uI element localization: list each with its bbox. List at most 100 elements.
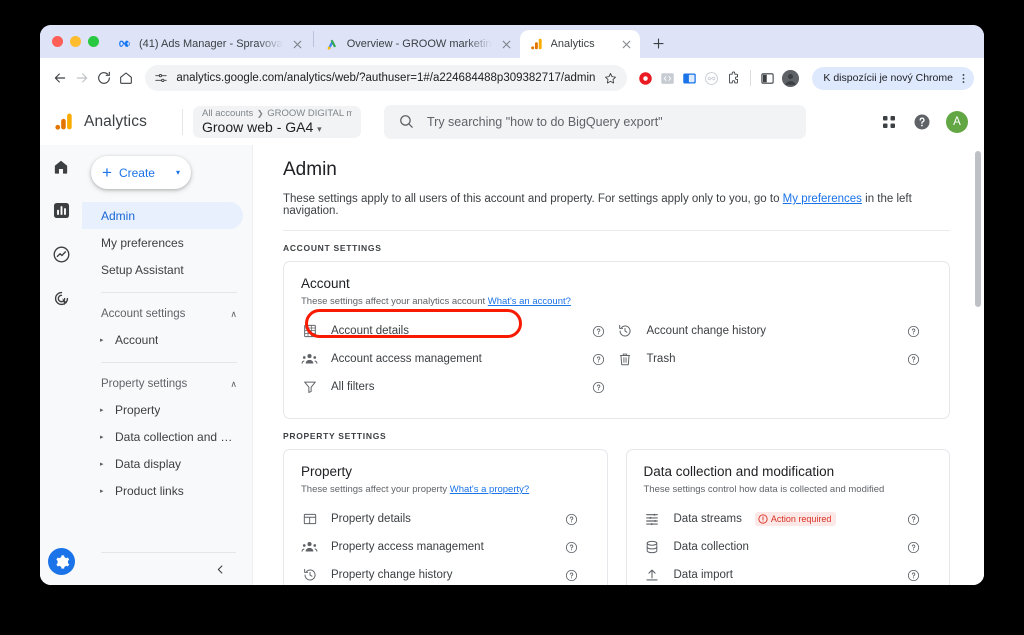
search-input[interactable]: Try searching "how to do BigQuery export… — [384, 104, 806, 139]
sidebar-nav: + Create ▾ Admin My preferences Setup As… — [82, 145, 253, 585]
row-account-change-history[interactable]: Account change history — [617, 317, 933, 345]
puzzle-icon[interactable] — [726, 71, 741, 86]
help-circle-icon[interactable] — [565, 541, 578, 554]
help-circle-icon[interactable] — [592, 381, 605, 394]
record-icon[interactable] — [638, 71, 653, 86]
chevron-down-icon: ▾ — [175, 168, 180, 177]
my-preferences-link[interactable]: My preferences — [783, 193, 862, 205]
whats-a-property-link[interactable]: What's a property? — [450, 484, 529, 495]
row-label: Account details — [331, 325, 409, 337]
browser-toolbar: analytics.google.com/analytics/web/?auth… — [40, 58, 984, 98]
upload-icon — [644, 567, 661, 584]
app-header: Analytics All accounts ❯ GROOW DIGITAL m… — [40, 98, 984, 145]
content-scrollbar[interactable] — [975, 151, 981, 307]
chevron-up-icon: ∧ — [230, 378, 237, 389]
admin-content: Admin These settings apply to all users … — [253, 145, 984, 585]
app-body: + Create ▾ Admin My preferences Setup As… — [40, 145, 984, 585]
help-circle-icon[interactable] — [592, 353, 605, 366]
sidebar-item-property[interactable]: ▸ Property — [82, 396, 252, 423]
google-analytics-icon — [530, 37, 544, 51]
sidebar-item-label: Setup Assistant — [101, 262, 184, 277]
sidebar-item-data-display[interactable]: ▸ Data display — [82, 450, 252, 477]
help-circle-icon[interactable] — [907, 513, 920, 526]
rail-item-reports[interactable] — [51, 200, 72, 221]
help-circle-icon[interactable] — [907, 325, 920, 338]
reload-icon[interactable] — [94, 65, 114, 91]
history-icon — [617, 323, 634, 340]
sidebar-group-account-settings[interactable]: Account settings ∧ — [82, 302, 252, 326]
analytics-logo[interactable]: Analytics — [54, 111, 172, 132]
help-circle-icon[interactable] — [565, 569, 578, 582]
sidebar-item-admin[interactable]: Admin — [82, 202, 243, 229]
close-icon[interactable] — [619, 37, 634, 52]
address-bar[interactable]: analytics.google.com/analytics/web/?auth… — [145, 65, 628, 91]
browser-tab-overview[interactable]: Overview - GROOW marketin — [316, 30, 520, 58]
sidebar-item-product-links[interactable]: ▸ Product links — [82, 477, 252, 504]
rail-item-advertising[interactable] — [51, 288, 72, 309]
sidebar-item-account[interactable]: ▸ Account — [82, 326, 252, 353]
row-all-filters[interactable]: All filters — [301, 373, 617, 401]
sidebar-item-setup-assistant[interactable]: Setup Assistant — [82, 256, 243, 283]
row-account-details[interactable]: Account details — [301, 317, 617, 345]
apps-grid-icon[interactable] — [880, 113, 898, 131]
sidebar-group-property-settings[interactable]: Property settings ∧ — [82, 372, 252, 396]
row-label: Data collection — [673, 541, 749, 553]
minimize-window-button[interactable] — [70, 36, 81, 47]
whats-an-account-link[interactable]: What's an account? — [488, 296, 571, 307]
browser-tab-ads-manager[interactable]: (41) Ads Manager - Spravova — [108, 30, 311, 58]
help-circle-icon[interactable] — [907, 353, 920, 366]
split-view-icon[interactable] — [760, 71, 775, 86]
star-icon[interactable] — [603, 71, 618, 86]
sidepanel-icon[interactable] — [682, 71, 697, 86]
forward-icon[interactable] — [72, 65, 92, 91]
property-selector[interactable]: All accounts ❯ GROOW DIGITAL maste... Gr… — [193, 105, 361, 138]
close-window-button[interactable] — [52, 36, 63, 47]
sidebar-item-label: Data display — [115, 456, 182, 471]
row-property-details[interactable]: Property details — [301, 505, 590, 533]
tab-title: (41) Ads Manager - Spravova — [139, 38, 283, 50]
row-data-streams[interactable]: Data streams Action required — [644, 505, 933, 533]
sidebar-item-my-preferences[interactable]: My preferences — [82, 229, 243, 256]
back-icon[interactable] — [50, 65, 70, 91]
help-circle-icon[interactable] — [907, 541, 920, 554]
gear-icon[interactable] — [48, 548, 75, 575]
row-property-access-management[interactable]: Property access management — [301, 533, 590, 561]
rail-item-explore[interactable] — [51, 244, 72, 265]
help-circle-icon[interactable] — [592, 325, 605, 338]
row-trash[interactable]: Trash — [617, 345, 933, 373]
more-menu-icon[interactable] — [957, 72, 970, 85]
row-account-access-management[interactable]: Account access management — [301, 345, 617, 373]
tune-icon[interactable] — [154, 71, 168, 85]
profile-avatar[interactable] — [782, 69, 800, 87]
rail-item-home[interactable] — [51, 156, 72, 177]
breadcrumb-account[interactable]: GROOW DIGITAL maste... — [267, 108, 352, 119]
collapse-sidebar-button[interactable] — [82, 553, 252, 585]
home-icon[interactable] — [116, 65, 136, 91]
new-tab-button[interactable] — [646, 30, 672, 56]
code-icon[interactable] — [660, 71, 675, 86]
chrome-update-pill[interactable]: K dispozícii je nový Chrome — [812, 66, 974, 90]
sidebar-item-data-collection[interactable]: ▸ Data collection and modifica... — [82, 423, 252, 450]
maximize-window-button[interactable] — [88, 36, 99, 47]
row-property-change-history[interactable]: Property change history — [301, 561, 590, 585]
link-icon[interactable] — [704, 71, 719, 86]
history-icon — [301, 567, 318, 584]
layout-icon — [301, 511, 318, 528]
expand-arrow-icon: ▸ — [100, 460, 104, 468]
close-icon[interactable] — [290, 37, 305, 52]
help-circle-icon[interactable] — [565, 513, 578, 526]
database-icon — [644, 539, 661, 556]
row-data-collection[interactable]: Data collection — [644, 533, 933, 561]
create-button[interactable]: + Create ▾ — [91, 156, 191, 189]
row-data-import[interactable]: Data import — [644, 561, 933, 585]
avatar[interactable]: A — [946, 110, 968, 133]
browser-tab-analytics[interactable]: Analytics — [519, 30, 640, 58]
content-divider — [283, 230, 950, 231]
breadcrumb-all-accounts[interactable]: All accounts — [202, 108, 253, 119]
help-icon[interactable] — [913, 113, 931, 131]
help-circle-icon[interactable] — [907, 569, 920, 582]
card-subtitle-text: These settings affect your property — [301, 484, 450, 495]
close-icon[interactable] — [499, 37, 514, 52]
sidebar-item-label: Product links — [115, 483, 184, 498]
create-button-label: Create — [118, 165, 155, 180]
